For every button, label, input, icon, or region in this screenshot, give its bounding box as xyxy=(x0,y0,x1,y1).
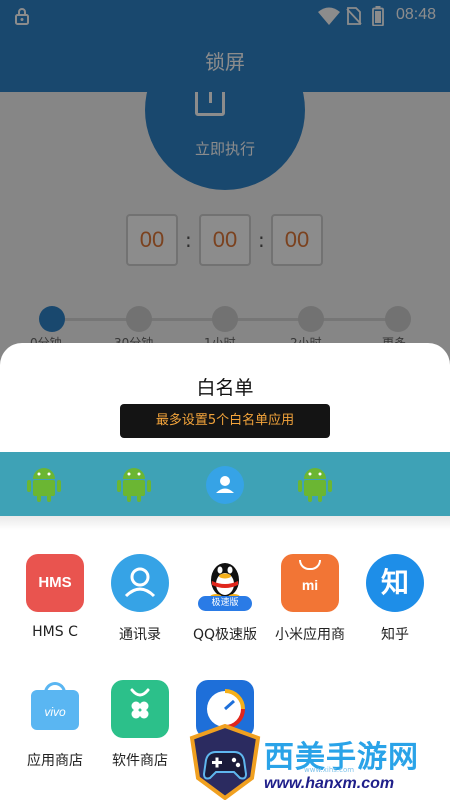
app-label: HMS C xyxy=(32,624,78,640)
app-label: 通讯录 xyxy=(119,627,161,643)
app-label: QQ极速版 xyxy=(192,627,258,643)
contacts-icon xyxy=(111,554,169,612)
zhihu-icon: 知 xyxy=(366,554,424,612)
app-label: 知乎 xyxy=(381,627,409,643)
sheet-title: 白名单 xyxy=(196,377,254,399)
contacts-icon[interactable] xyxy=(206,466,244,504)
site-watermark: 西美手游网 www.xihs.com www.hanxm.com xyxy=(186,720,450,800)
shopping-bag-icon: vivo xyxy=(26,680,84,738)
qq-penguin-icon: 极速版 xyxy=(196,554,254,612)
clover-icon xyxy=(111,680,169,738)
app-item-contacts[interactable]: 通讯录 xyxy=(97,554,183,654)
watermark-subtitle: www.xihs.com xyxy=(304,766,355,774)
android-icon[interactable] xyxy=(24,464,64,504)
app-item-hms[interactable]: HMS HMS C xyxy=(12,554,98,654)
gamepad-shield-icon xyxy=(189,724,261,800)
section-divider xyxy=(0,516,450,530)
app-label: 软件商店 xyxy=(112,753,168,769)
app-item-qq-lite[interactable]: 极速版 QQ极速版 xyxy=(182,554,268,654)
app-item-software-store[interactable]: 软件商店 xyxy=(97,680,183,780)
app-label: 小米应用商 xyxy=(275,627,345,643)
app-item-mi-store[interactable]: mi 小米应用商 xyxy=(267,554,353,654)
whitelist-selected-strip xyxy=(0,452,450,516)
app-item-zhihu[interactable]: 知 知乎 xyxy=(352,554,438,654)
mi-store-icon: mi xyxy=(281,554,339,612)
app-item-vivo-store[interactable]: vivo 应用商店 xyxy=(12,680,98,780)
android-icon[interactable] xyxy=(295,464,335,504)
watermark-url: www.hanxm.com xyxy=(264,775,395,792)
android-icon[interactable] xyxy=(114,464,154,504)
limit-notice: 最多设置5个白名单应用 xyxy=(120,404,330,438)
app-label: 应用商店 xyxy=(27,753,83,769)
hms-icon: HMS xyxy=(26,554,84,612)
